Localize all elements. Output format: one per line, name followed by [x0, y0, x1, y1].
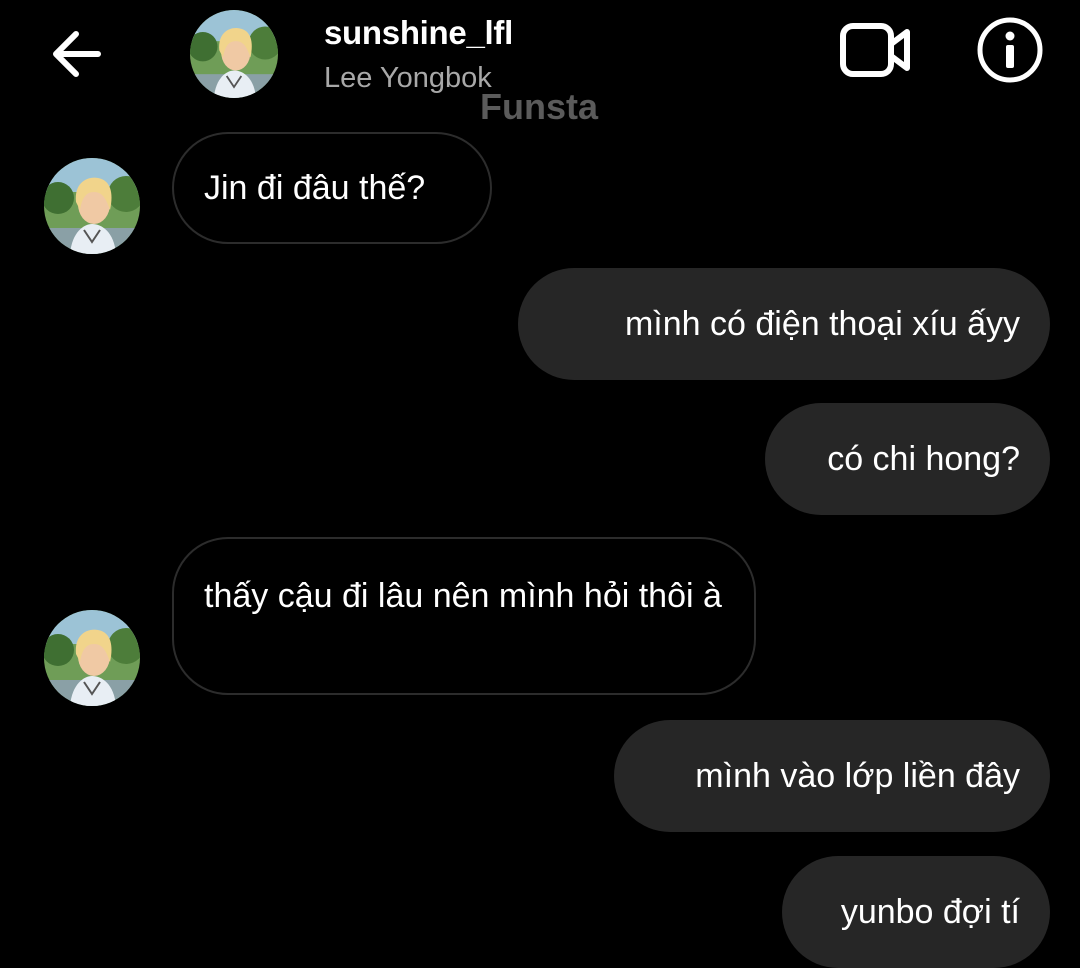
profile-photo: [190, 10, 278, 98]
back-button[interactable]: [44, 24, 108, 84]
message-text: yunbo đợi tí: [840, 892, 1020, 931]
message-text: Jin đi đâu thế?: [204, 168, 426, 207]
avatar[interactable]: [190, 10, 278, 98]
message-text: mình vào lớp liền đây: [695, 756, 1020, 795]
message-bubble-received[interactable]: Jin đi đâu thế?: [172, 132, 492, 244]
avatar[interactable]: [44, 610, 140, 706]
profile-photo: [44, 610, 140, 706]
message-text: có chi hong?: [827, 439, 1020, 478]
video-camera-icon: [840, 23, 910, 77]
avatar[interactable]: [44, 158, 140, 254]
message-text: thấy cậu đi lâu nên mình hỏi thôi à: [204, 577, 722, 615]
arrow-left-icon: [53, 31, 101, 77]
message-bubble-sent[interactable]: yunbo đợi tí: [782, 856, 1050, 968]
message-bubble-sent[interactable]: có chi hong?: [765, 403, 1050, 515]
message-bubble-sent[interactable]: mình có điện thoại xíu ấyy: [518, 268, 1050, 380]
chat-username[interactable]: sunshine_lfl: [324, 14, 513, 52]
message-text: mình có điện thoại xíu ấyy: [624, 304, 1020, 343]
info-button[interactable]: [974, 14, 1046, 86]
message-bubble-received[interactable]: thấy cậu đi lâu nên mình hỏi thôi à: [172, 537, 756, 695]
video-call-button[interactable]: [836, 18, 916, 82]
watermark-text: Funsta: [480, 86, 599, 127]
chat-display-name: Lee Yongbok: [324, 62, 492, 94]
message-bubble-sent[interactable]: mình vào lớp liền đây: [614, 720, 1050, 832]
profile-photo: [44, 158, 140, 254]
info-circle-icon: [977, 17, 1043, 83]
